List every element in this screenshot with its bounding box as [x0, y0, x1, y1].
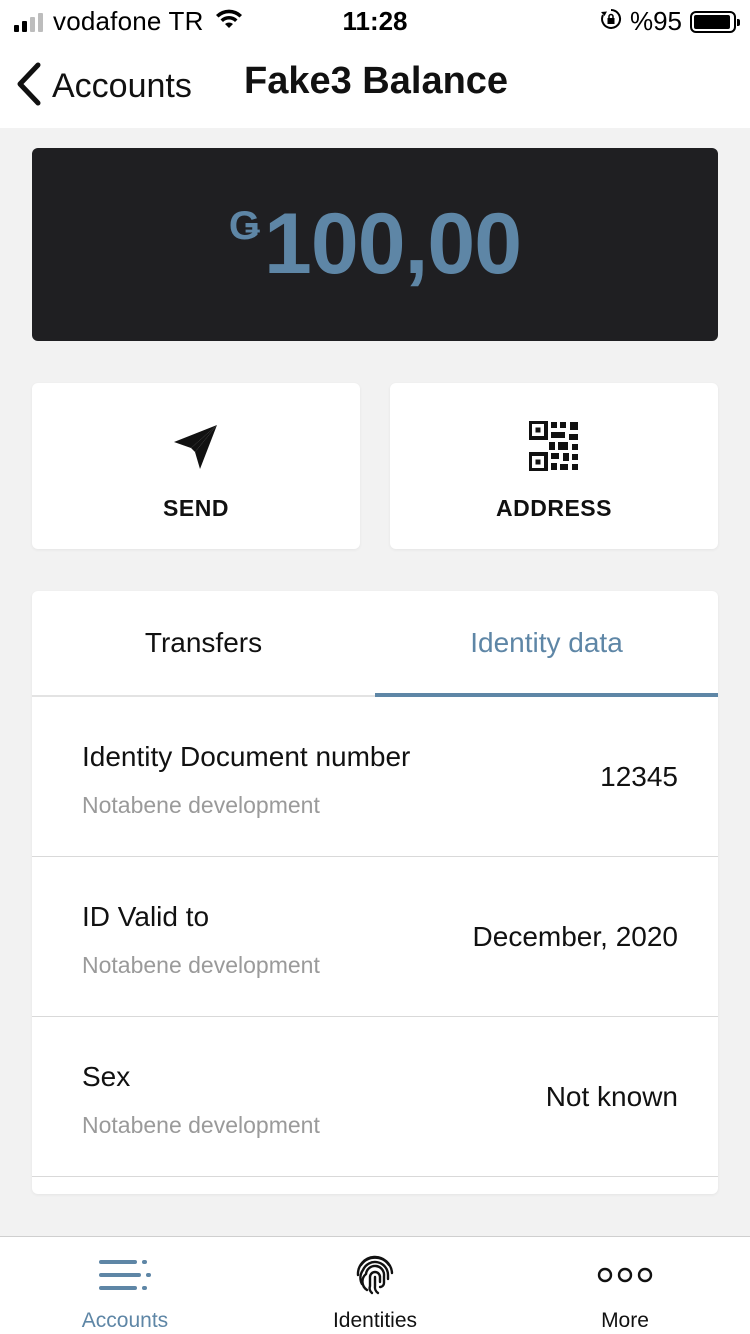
send-button[interactable]: SEND [32, 383, 360, 549]
chevron-left-icon [14, 62, 42, 111]
tabbar-accounts-label: Accounts [81, 1309, 169, 1332]
tab-identity-data[interactable]: Identity data [375, 591, 718, 697]
balance-amount: 100,00 [264, 196, 522, 292]
details-panel: Transfers Identity data Identity Documen… [32, 591, 718, 1194]
send-button-label: SEND [163, 495, 229, 521]
status-bar-right: %95 [600, 6, 740, 37]
identity-row-document-number: Identity Document number Notabene develo… [32, 697, 718, 857]
row-source: Notabene development [82, 792, 320, 818]
tab-strip: Transfers Identity data [32, 591, 718, 697]
battery-icon [690, 10, 740, 33]
tabbar-identities[interactable]: Identities [250, 1237, 500, 1334]
row-label: ID Valid to [82, 901, 210, 932]
identity-row-valid-to: ID Valid to Notabene development Decembe… [32, 857, 718, 1017]
back-button-label: Accounts [52, 67, 192, 105]
row-value: Not known [545, 1081, 678, 1112]
orientation-lock-icon [600, 8, 622, 35]
row-source: Notabene development [82, 1112, 320, 1138]
send-icon [32, 421, 360, 473]
more-dots-icon [500, 1253, 750, 1297]
tabbar-identities-label: Identities [332, 1309, 418, 1332]
qr-code-icon [390, 421, 718, 471]
fingerprint-icon [250, 1253, 500, 1297]
tabbar-more-label: More [601, 1309, 649, 1332]
battery-level-fill [694, 14, 731, 29]
address-button-label: ADDRESS [496, 495, 612, 521]
navigation-header: Accounts Fake3 Balance [0, 40, 750, 128]
balance-card: Ǥ 100,00 [32, 148, 718, 341]
status-bar: vodafone TR 11:28 %95 [0, 0, 750, 40]
address-button[interactable]: ADDRESS [390, 383, 718, 549]
battery-percent: %95 [629, 6, 682, 36]
tabbar-accounts[interactable]: Accounts [0, 1237, 250, 1334]
row-label: Sex [82, 1061, 131, 1092]
accounts-list-icon [0, 1253, 250, 1297]
page-title: Fake3 Balance [244, 60, 509, 102]
tabbar-more[interactable]: More [500, 1237, 750, 1334]
currency-symbol: Ǥ [228, 204, 261, 248]
row-source: Notabene development [82, 952, 320, 978]
row-value: December, 2020 [472, 921, 678, 952]
bottom-tab-bar: Accounts Identities More [0, 1236, 750, 1334]
back-button[interactable]: Accounts [14, 62, 192, 111]
identity-row-sex: Sex Notabene development Not known [32, 1017, 718, 1177]
tab-transfers[interactable]: Transfers [32, 591, 375, 695]
row-value: 12345 [600, 761, 678, 792]
row-label: Identity Document number [82, 741, 411, 772]
